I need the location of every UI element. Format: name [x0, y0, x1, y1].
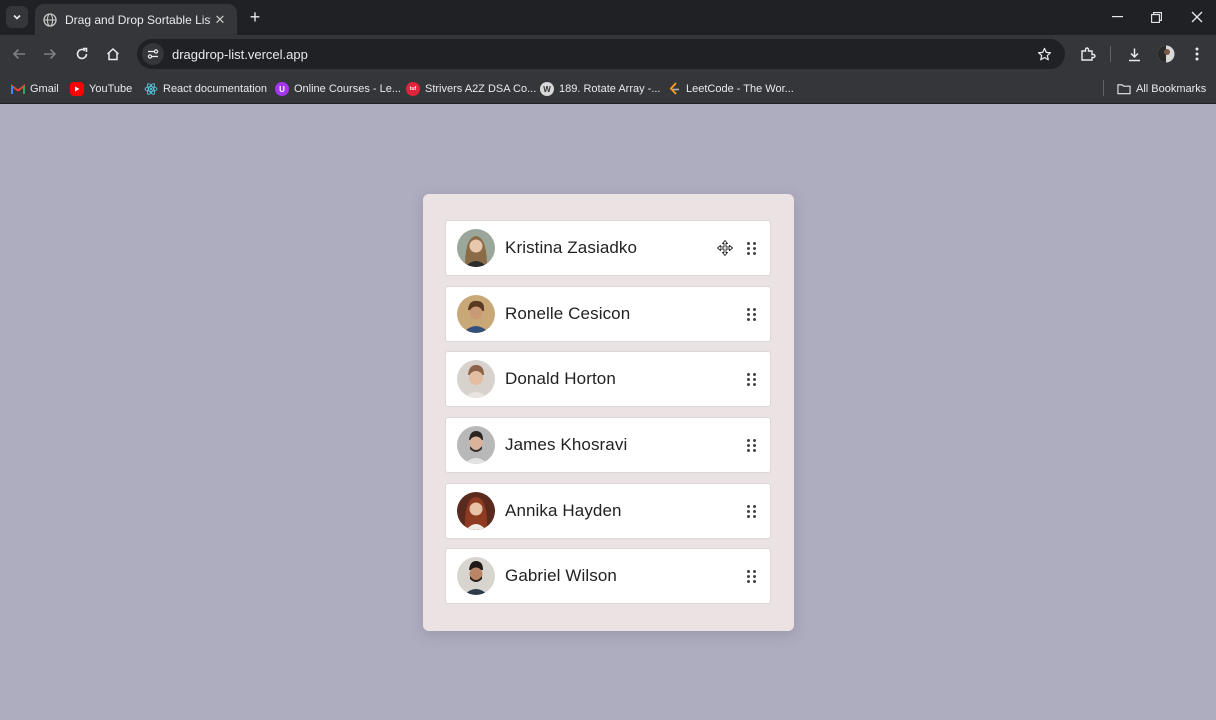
avatar — [457, 295, 495, 333]
tab-search-button[interactable] — [6, 6, 28, 28]
bookmark-label: LeetCode - The Wor... — [686, 83, 794, 95]
bookmark-label: Strivers A2Z DSA Co... — [425, 83, 537, 95]
bookmark-youtube[interactable]: YouTube — [70, 79, 132, 99]
move-cursor-icon — [716, 239, 734, 257]
avatar — [457, 360, 495, 398]
item-name: Ronelle Cesicon — [505, 304, 631, 323]
list-item[interactable]: Ronelle Cesicon — [445, 286, 771, 342]
w-icon: W — [540, 82, 554, 96]
bookmark-strivers[interactable]: tuf Strivers A2Z DSA Co... — [406, 79, 536, 99]
toolbar-divider — [1110, 46, 1111, 62]
folder-icon — [1117, 82, 1131, 96]
tab-title: Drag and Drop Sortable List — [65, 12, 211, 27]
home-icon[interactable] — [102, 43, 124, 65]
sortable-list-card: Kristina Zasiadko Ronelle Cesicon Donald… — [423, 194, 794, 631]
bookmark-label: YouTube — [89, 83, 133, 95]
item-name: James Khosravi — [505, 435, 628, 454]
bookmarks-divider — [1103, 80, 1104, 96]
active-tab[interactable]: Drag and Drop Sortable List ✕ — [35, 4, 237, 35]
forward-arrow-icon[interactable] — [39, 43, 61, 65]
drag-handle-icon[interactable] — [746, 371, 756, 387]
youtube-icon — [70, 82, 84, 96]
url-text[interactable]: dragdrop-list.vercel.app — [172, 47, 1033, 62]
profile-avatar-icon[interactable] — [1155, 43, 1177, 65]
drag-handle-icon[interactable] — [746, 568, 756, 584]
browser-toolbar: dragdrop-list.vercel.app — [0, 35, 1216, 73]
bookmark-label: All Bookmarks — [1136, 83, 1207, 95]
list-item[interactable]: Gabriel Wilson — [445, 548, 771, 604]
chevron-down-icon — [13, 14, 21, 20]
close-tab-icon[interactable]: ✕ — [211, 11, 229, 29]
back-arrow-icon[interactable] — [8, 43, 30, 65]
tuf-icon: tuf — [406, 82, 420, 96]
bookmark-label: Online Courses - Le... — [294, 83, 401, 95]
list-item[interactable]: James Khosravi — [445, 417, 771, 473]
address-bar[interactable]: dragdrop-list.vercel.app — [137, 39, 1065, 69]
item-name: Kristina Zasiadko — [505, 238, 638, 257]
download-icon[interactable] — [1123, 43, 1145, 65]
site-info-icon[interactable] — [142, 43, 164, 65]
gmail-icon — [11, 82, 25, 96]
udemy-icon: U — [275, 82, 289, 96]
bookmark-react-docs[interactable]: React documentation — [144, 79, 267, 99]
all-bookmarks-button[interactable]: All Bookmarks — [1117, 79, 1206, 99]
drag-handle-icon[interactable] — [746, 503, 756, 519]
drag-handle-icon[interactable] — [746, 306, 756, 322]
reload-icon[interactable] — [71, 43, 93, 65]
close-window-icon[interactable] — [1185, 6, 1209, 28]
kebab-menu-icon[interactable] — [1186, 43, 1208, 65]
list-item[interactable]: Annika Hayden — [445, 483, 771, 539]
item-name: Donald Horton — [505, 369, 616, 388]
bookmark-gmail[interactable]: Gmail — [11, 79, 59, 99]
avatar — [457, 426, 495, 464]
drag-handle-icon[interactable] — [746, 240, 756, 256]
item-name: Gabriel Wilson — [505, 566, 617, 585]
globe-icon — [43, 12, 57, 27]
bookmark-rotate-array[interactable]: W 189. Rotate Array -... — [540, 79, 661, 99]
extensions-icon[interactable] — [1077, 43, 1099, 65]
bookmarks-bar: Gmail YouTube React documentation U Onli… — [0, 73, 1216, 104]
bookmark-star-icon[interactable] — [1033, 43, 1055, 65]
restore-icon[interactable] — [1144, 6, 1168, 28]
new-tab-button[interactable]: + — [245, 7, 265, 27]
tab-strip: Drag and Drop Sortable List ✕ + — [0, 0, 1216, 35]
list-item[interactable]: Kristina Zasiadko — [445, 220, 771, 276]
bookmark-leetcode[interactable]: LeetCode - The Wor... — [667, 79, 794, 99]
list-item[interactable]: Donald Horton — [445, 351, 771, 407]
avatar — [457, 229, 495, 267]
leetcode-icon — [667, 82, 681, 96]
bookmark-label: 189. Rotate Array -... — [559, 83, 661, 95]
avatar — [457, 492, 495, 530]
item-name: Annika Hayden — [505, 501, 622, 520]
bookmark-label: Gmail — [30, 83, 59, 95]
bookmark-udemy[interactable]: U Online Courses - Le... — [275, 79, 401, 99]
drag-handle-icon[interactable] — [746, 437, 756, 453]
bookmark-label: React documentation — [163, 83, 267, 95]
minimize-icon[interactable] — [1105, 6, 1129, 28]
avatar — [457, 557, 495, 595]
react-icon — [144, 82, 158, 96]
